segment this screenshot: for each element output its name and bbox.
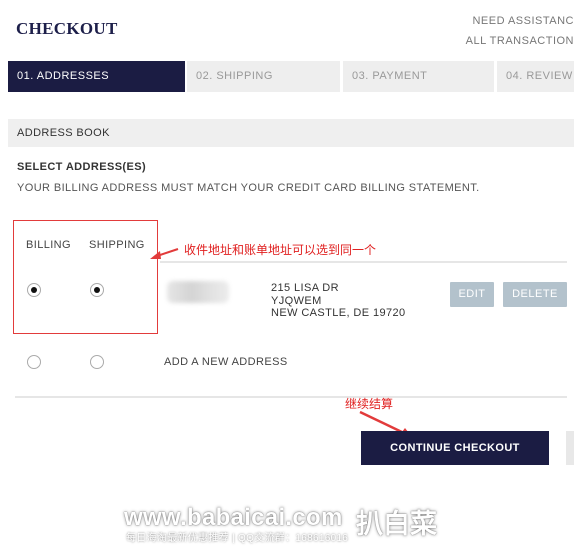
side-edge [566, 431, 574, 465]
annotation-arrows [150, 248, 412, 437]
continue-checkout-button[interactable]: CONTINUE CHECKOUT [361, 431, 549, 465]
annotation-same-address: 收件地址和账单地址可以选到同一个 [184, 243, 377, 257]
watermark-site: www.babaicai.com [124, 504, 343, 531]
watermark-brand: 扒白菜 [356, 509, 437, 539]
watermark-subtitle: 每日海淘最新优惠推荐 | QQ交流群：168616016 [126, 533, 349, 544]
arrow-to-highlight-box [150, 248, 179, 259]
annotation-continue: 继续结算 [345, 397, 394, 411]
